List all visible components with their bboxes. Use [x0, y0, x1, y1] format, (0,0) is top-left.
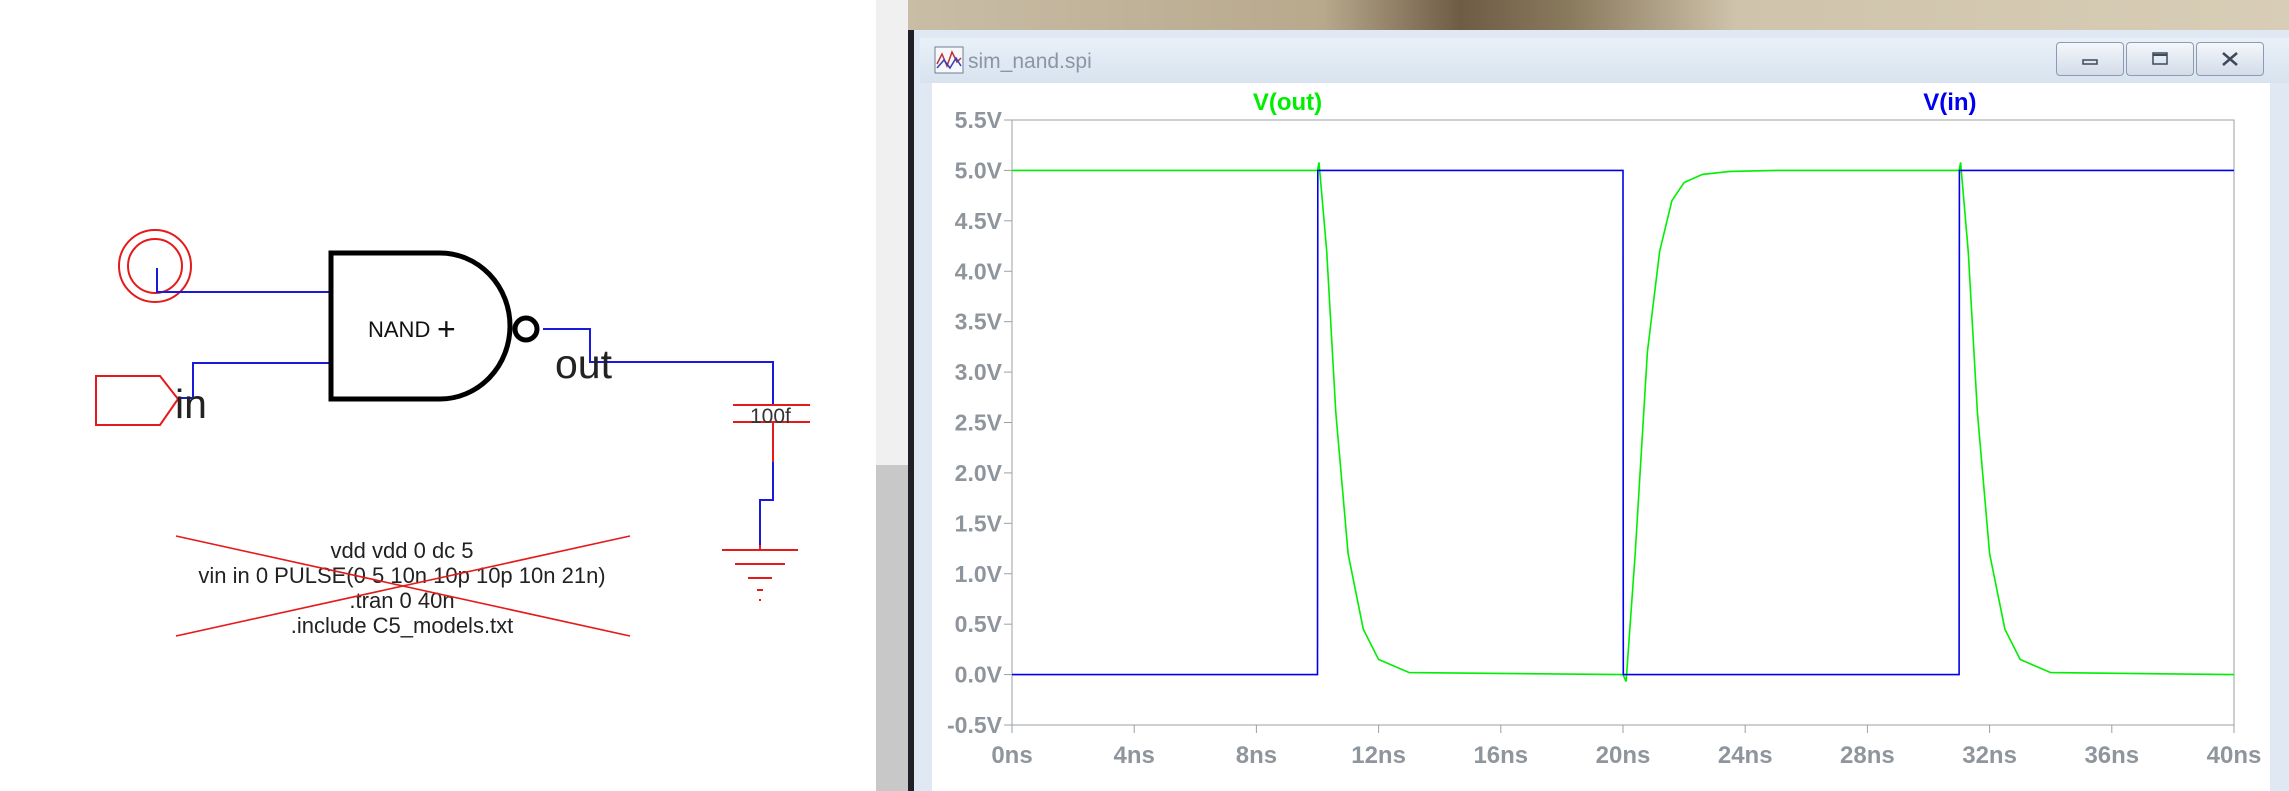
capacitor-value: 100f [750, 405, 791, 428]
x-tick-label: 32ns [1962, 742, 2017, 769]
maximize-button[interactable] [2126, 42, 2194, 76]
waveform-plot[interactable]: -0.5V 0.0V 0.5V 1.0V 1.5V 2.0V 2.5V 3.0V 3.5V 4.0… [932, 83, 2270, 791]
x-tick-label: 8ns [1236, 742, 1277, 769]
close-icon [2222, 52, 2238, 66]
x-tick-label: 28ns [1840, 742, 1895, 769]
nand-gate[interactable]: NAND + [328, 250, 540, 402]
input-port-icon[interactable] [95, 375, 180, 426]
x-tick-label: 24ns [1718, 742, 1773, 769]
window-right-border [2270, 83, 2289, 791]
x-tick-label: 16ns [1473, 742, 1528, 769]
y-tick-label: 1.5V [955, 510, 1003, 536]
directive-line-1: vdd vdd 0 dc 5 [330, 538, 473, 563]
legend-label: V(out) [1253, 89, 1322, 116]
y-tick-label: 2.0V [955, 460, 1003, 486]
x-tick-label: 40ns [2207, 742, 2262, 769]
scrollbar-thumb[interactable] [876, 465, 908, 791]
x-tick-label: 4ns [1114, 742, 1155, 769]
out-label: out [555, 341, 613, 387]
y-tick-label: 1.0V [955, 561, 1003, 587]
desktop-background [908, 0, 2289, 30]
directive-line-3: .tran 0 40n [349, 588, 454, 613]
y-tick-label: 4.0V [955, 258, 1003, 284]
maximize-icon [2152, 52, 2168, 65]
y-tick-label: 5.0V [955, 157, 1003, 183]
directive-line-4: .include C5_models.txt [291, 613, 514, 638]
y-tick-label: 3.5V [955, 309, 1003, 335]
directive-line-2: vin in 0 PULSE(0 5 10n 10p 10p 10n 21n) [198, 563, 605, 588]
x-tick-label: 12ns [1351, 742, 1406, 769]
in-label: in [175, 381, 207, 427]
gate-plus-marker: + [437, 311, 456, 347]
minimize-button[interactable] [2056, 42, 2124, 76]
minimize-icon [2082, 59, 2098, 65]
y-tick-label: 5.5V [955, 107, 1003, 133]
y-tick-label: 4.5V [955, 208, 1003, 234]
x-tick-label: 0ns [991, 742, 1032, 769]
waveform-icon [934, 46, 964, 74]
gate-label: NAND [368, 317, 430, 342]
y-tick-label: 2.5V [955, 410, 1003, 436]
legend-label: V(in) [1923, 89, 1976, 116]
y-tick-label: 0.0V [955, 662, 1003, 688]
y-tick-label: -0.5V [947, 712, 1003, 738]
x-tick-label: 20ns [1596, 742, 1651, 769]
y-tick-label: 0.5V [955, 611, 1003, 637]
window-title: sim_nand.spi [968, 50, 1092, 73]
spice-directive[interactable]: vdd vdd 0 dc 5 vin in 0 PULSE(0 5 10n 10… [175, 535, 631, 638]
plot-pane[interactable]: -0.5V 0.0V 0.5V 1.0V 1.5V 2.0V 2.5V 3.0V 3.5V 4.0… [932, 83, 2270, 791]
series-line-vin [1012, 169, 2234, 676]
schematic-canvas[interactable]: in NAND + out 100f vdd vdd 0 dc 5 vin in… [0, 0, 880, 791]
x-tick-label: 36ns [2084, 742, 2139, 769]
ground-icon[interactable] [722, 545, 798, 601]
close-button[interactable] [2196, 42, 2264, 76]
schematic-scrollbar[interactable] [876, 0, 908, 791]
y-tick-label: 3.0V [955, 359, 1003, 385]
